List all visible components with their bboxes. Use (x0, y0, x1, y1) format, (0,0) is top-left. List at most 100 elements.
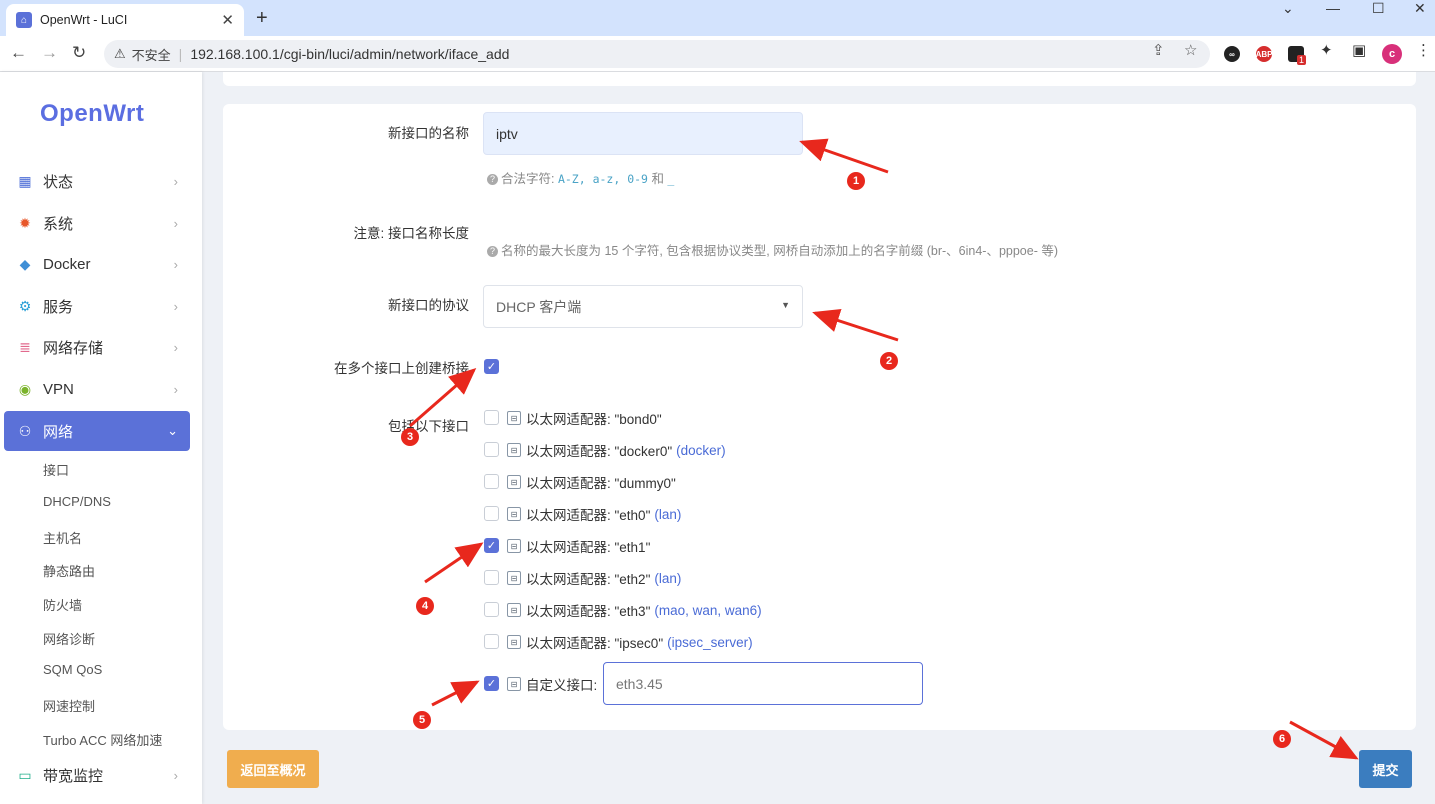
ethernet-port-icon: ⊟ (507, 475, 521, 489)
sidebar-subitem-turbo-acc[interactable]: Turbo ACC 网络加速 (43, 730, 162, 749)
browser-toolbar: ← → ↻ ⚠ 不安全 | 192.168.100.1/cgi-bin/luci… (0, 36, 1435, 72)
ethernet-port-icon: ⊟ (507, 411, 521, 425)
interface-checkbox-eth0[interactable] (484, 506, 499, 521)
chevron-down-icon[interactable]: ⌄ (1282, 0, 1294, 20)
sidebar-item-label: 状态 (43, 173, 74, 191)
menu-icon[interactable]: ⋮ (1416, 41, 1431, 59)
annotation-badge-2: 2 (880, 352, 898, 370)
custom-interface-checkbox[interactable]: ✓ (484, 676, 499, 691)
sidebar-subitem-routes[interactable]: 静态路由 (43, 561, 95, 580)
sidebar-subitem-firewall[interactable]: 防火墙 (43, 595, 82, 614)
interface-name-input[interactable]: iptv (483, 112, 803, 155)
custom-interface-label: 自定义接口: (526, 678, 598, 693)
sidebar-subitem-speed-control[interactable]: 网速控制 (43, 696, 95, 715)
ethernet-port-icon: ⊟ (507, 443, 521, 457)
extension-infinity-icon[interactable]: ∞ (1224, 46, 1240, 62)
close-window-icon[interactable]: ✕ (1414, 0, 1426, 20)
interface-checkbox-eth1[interactable]: ✓ (484, 538, 499, 553)
name-label: 新接口的名称 (388, 126, 469, 141)
security-label: 不安全 (131, 47, 171, 63)
chevron-right-icon: › (173, 173, 178, 189)
new-tab-icon[interactable]: + (256, 7, 268, 30)
sidebar-item-services[interactable]: ⚙ 服务 › (4, 286, 190, 326)
custom-interface-input[interactable]: eth3.45 (603, 662, 923, 705)
note-help: ? 名称的最大长度为 15 个字符, 包含根据协议类型, 网桥自动添加上的名字前缀… (487, 240, 1058, 259)
ethernet-port-icon: ⊟ (507, 677, 521, 691)
interface-checkbox-eth3[interactable] (484, 602, 499, 617)
separator: | (178, 46, 183, 62)
annotation-badge-3: 3 (401, 428, 419, 446)
warning-icon: ⚠ (114, 46, 126, 61)
browser-tab-strip: ⌂ OpenWrt - LuCI ✕ + ⌄ — ☐ ✕ (0, 0, 1435, 36)
submit-button[interactable]: 提交 (1359, 750, 1412, 788)
interface-item-eth2: ⊟ 以太网适配器: "eth2" (lan) (507, 568, 681, 588)
dashboard-icon: ▦ (18, 172, 32, 189)
reload-icon[interactable]: ↻ (72, 43, 86, 63)
sidebar-item-storage[interactable]: ≣ 网络存储 › (4, 327, 190, 367)
close-tab-icon[interactable]: ✕ (221, 11, 234, 29)
sidebar-subitem-sqm[interactable]: SQM QoS (43, 662, 102, 677)
interface-checkbox-docker0[interactable] (484, 442, 499, 457)
interface-item-dummy0: ⊟ 以太网适配器: "dummy0" (507, 472, 676, 492)
annotation-badge-4: 4 (416, 597, 434, 615)
puzzle-icon[interactable]: ✦ (1320, 41, 1333, 59)
interface-checkbox-ipsec0[interactable] (484, 634, 499, 649)
maximize-icon[interactable]: ☐ (1372, 0, 1385, 20)
interface-item-eth3: ⊟ 以太网适配器: "eth3" (mao, wan, wan6) (507, 600, 762, 620)
interface-checkbox-dummy0[interactable] (484, 474, 499, 489)
sidebar-item-docker[interactable]: ◆ Docker › (4, 244, 190, 284)
sidepanel-icon[interactable]: ▣ (1352, 41, 1366, 59)
interface-item-bond0: ⊟ 以太网适配器: "bond0" (507, 408, 662, 428)
bridge-checkbox[interactable]: ✓ (484, 359, 499, 374)
sidebar-item-network[interactable]: ⚇ 网络 ⌄ (4, 411, 190, 451)
help-text: 名称的最大长度为 15 个字符, 包含根据协议类型, 网桥自动添加上的名字前缀 … (501, 244, 1059, 258)
gear-icon: ✹ (19, 214, 31, 231)
star-icon[interactable]: ☆ (1184, 41, 1197, 59)
annotation-badge-5: 5 (413, 711, 431, 729)
minimize-icon[interactable]: — (1326, 0, 1340, 20)
sidebar-subitem-interfaces[interactable]: 接口 (43, 460, 69, 479)
forward-icon[interactable]: → (41, 43, 58, 63)
help-code: A-Z, a-z, 0-9 (557, 172, 648, 186)
vpn-icon: ◉ (18, 380, 32, 397)
sidebar-item-status[interactable]: ▦ 状态 › (4, 161, 190, 201)
sidebar-item-label: 系统 (43, 215, 74, 233)
interface-text: 以太网适配器: "eth0" (526, 508, 651, 523)
protocol-select[interactable]: DHCP 客户端 ▼ (483, 285, 803, 328)
network-icon: ⚇ (18, 422, 32, 439)
sidebar-item-vpn[interactable]: ◉ VPN › (4, 369, 190, 409)
sidebar-subitem-dhcp[interactable]: DHCP/DNS (43, 494, 111, 509)
annotation-badge-1: 1 (847, 172, 865, 190)
profile-avatar[interactable]: c (1382, 44, 1402, 64)
sidebar-subitem-diagnostics[interactable]: 网络诊断 (43, 629, 95, 648)
interface-text: 以太网适配器: "bond0" (526, 412, 662, 427)
help-text: 和 (647, 172, 668, 186)
dropdown-caret-icon: ▼ (781, 300, 790, 310)
interface-text: 以太网适配器: "eth1" (526, 540, 651, 555)
sidebar-item-label: Docker (43, 255, 91, 273)
sidebar-item-label: VPN (43, 380, 74, 398)
interface-name-value: iptv (496, 125, 518, 142)
openwrt-favicon-icon: ⌂ (16, 12, 32, 28)
name-help: ? 合法字符: A-Z, a-z, 0-9 和 _ (487, 168, 674, 187)
back-icon[interactable]: ← (10, 43, 27, 63)
adblock-icon[interactable]: ABP (1256, 46, 1272, 62)
address-bar[interactable]: ⚠ 不安全 | 192.168.100.1/cgi-bin/luci/admin… (104, 40, 1210, 68)
interface-item-eth0: ⊟ 以太网适配器: "eth0" (lan) (507, 504, 681, 524)
back-to-overview-button[interactable]: 返回至概况 (227, 750, 319, 788)
ethernet-port-icon: ⊟ (507, 507, 521, 521)
interface-zone: (ipsec_server) (667, 634, 753, 650)
sidebar-item-bandwidth[interactable]: ▭ 带宽监控 › (4, 755, 190, 795)
storage-icon: ≣ (19, 338, 31, 355)
browser-tab[interactable]: ⌂ OpenWrt - LuCI ✕ (6, 4, 244, 36)
share-icon[interactable]: ⇪ (1152, 41, 1165, 59)
sidebar-item-system[interactable]: ✹ 系统 › (4, 203, 190, 243)
docker-icon: ◆ (19, 255, 31, 272)
protocol-value: DHCP 客户端 (496, 298, 582, 315)
interface-checkbox-bond0[interactable] (484, 410, 499, 425)
interface-text: 以太网适配器: "dummy0" (526, 476, 676, 491)
sidebar-item-label: 网络存储 (43, 339, 104, 357)
note-label: 注意: 接口名称长度 (353, 226, 469, 241)
sidebar-subitem-hostnames[interactable]: 主机名 (43, 528, 82, 547)
interface-checkbox-eth2[interactable] (484, 570, 499, 585)
